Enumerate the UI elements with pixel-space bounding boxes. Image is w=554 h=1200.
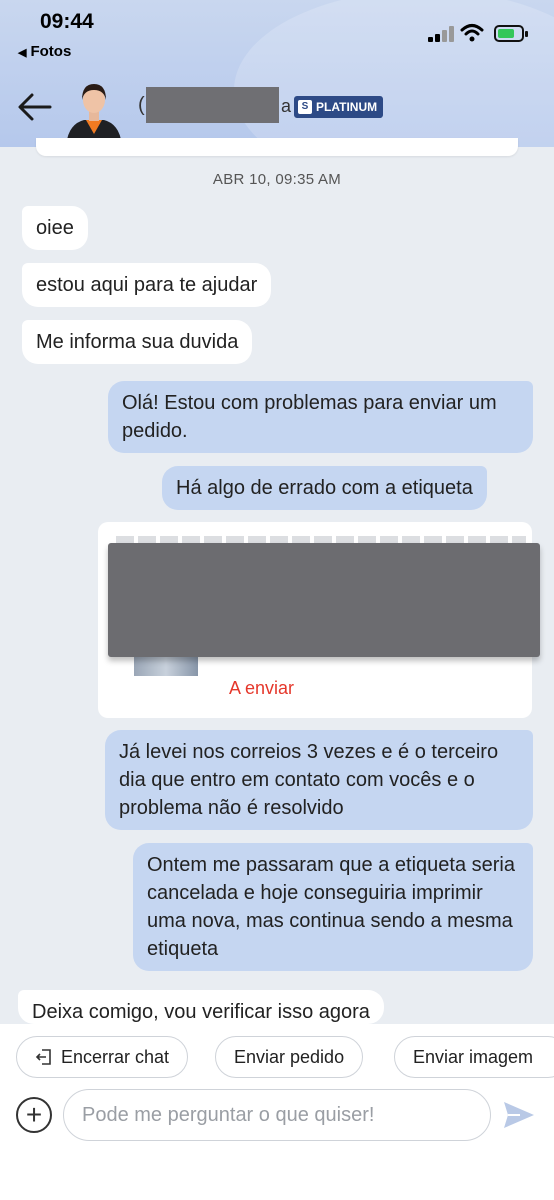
message-bubble-user: Ontem me passaram que a etiqueta seria c… bbox=[133, 843, 533, 971]
end-chat-label: Encerrar chat bbox=[61, 1046, 170, 1067]
send-image-label: Enviar imagem bbox=[413, 1046, 534, 1067]
chat-date: ABR 10, 09:35 AM bbox=[212, 171, 342, 188]
back-arrow-icon[interactable] bbox=[16, 90, 54, 124]
wifi-icon bbox=[460, 24, 484, 42]
redacted-order-details bbox=[108, 543, 540, 657]
send-icon[interactable] bbox=[502, 1100, 536, 1130]
agent-avatar bbox=[66, 84, 122, 146]
message-bubble-agent: Me informa sua duvida bbox=[22, 320, 253, 364]
agent-name-fragment-end: a bbox=[281, 96, 292, 116]
exit-icon bbox=[35, 1049, 51, 1065]
back-to-app-link[interactable]: ◀ Fotos bbox=[18, 43, 71, 60]
message-bubble-agent: estou aqui para te ajudar bbox=[22, 263, 272, 307]
status-time: 09:44 bbox=[40, 10, 94, 33]
battery-icon bbox=[494, 25, 528, 42]
platinum-label: PLATINUM bbox=[316, 100, 378, 114]
add-attachment-button[interactable]: + bbox=[16, 1097, 52, 1133]
send-order-button[interactable]: Enviar pedido bbox=[215, 1036, 364, 1078]
message-bubble-user: Há algo de errado com a etiqueta bbox=[162, 466, 487, 510]
agent-name-fragment: ( bbox=[138, 94, 145, 116]
message-input-placeholder: Pode me perguntar o que quiser! bbox=[82, 1103, 375, 1126]
send-image-button[interactable]: Enviar imagem bbox=[394, 1036, 554, 1078]
back-app-label: Fotos bbox=[30, 43, 72, 60]
message-input[interactable]: Pode me perguntar o que quiser! bbox=[63, 1089, 491, 1141]
end-chat-button[interactable]: Encerrar chat bbox=[16, 1036, 189, 1078]
cellular-signal-icon bbox=[428, 26, 456, 42]
plus-icon: + bbox=[25, 1099, 43, 1130]
order-status: A enviar bbox=[229, 678, 295, 698]
back-triangle-icon: ◀ bbox=[18, 47, 27, 59]
redacted-agent-name bbox=[146, 87, 279, 123]
previous-card-edge bbox=[36, 138, 518, 156]
chat-header: 09:44 ◀ Fotos ( a S PLATINUM bbox=[0, 0, 554, 147]
shop-bag-icon: S bbox=[298, 100, 312, 114]
message-bubble-agent: Deixa comigo, vou verificar isso agora bbox=[18, 990, 384, 1024]
send-order-label: Enviar pedido bbox=[234, 1046, 345, 1067]
message-bubble-user: Olá! Estou com problemas para enviar um … bbox=[108, 381, 533, 453]
message-bubble-user: Já levei nos correios 3 vezes e é o terc… bbox=[105, 730, 533, 830]
header-decoration bbox=[234, 0, 554, 147]
platinum-badge: S PLATINUM bbox=[294, 96, 384, 118]
message-bubble-agent: oiee bbox=[22, 206, 88, 250]
